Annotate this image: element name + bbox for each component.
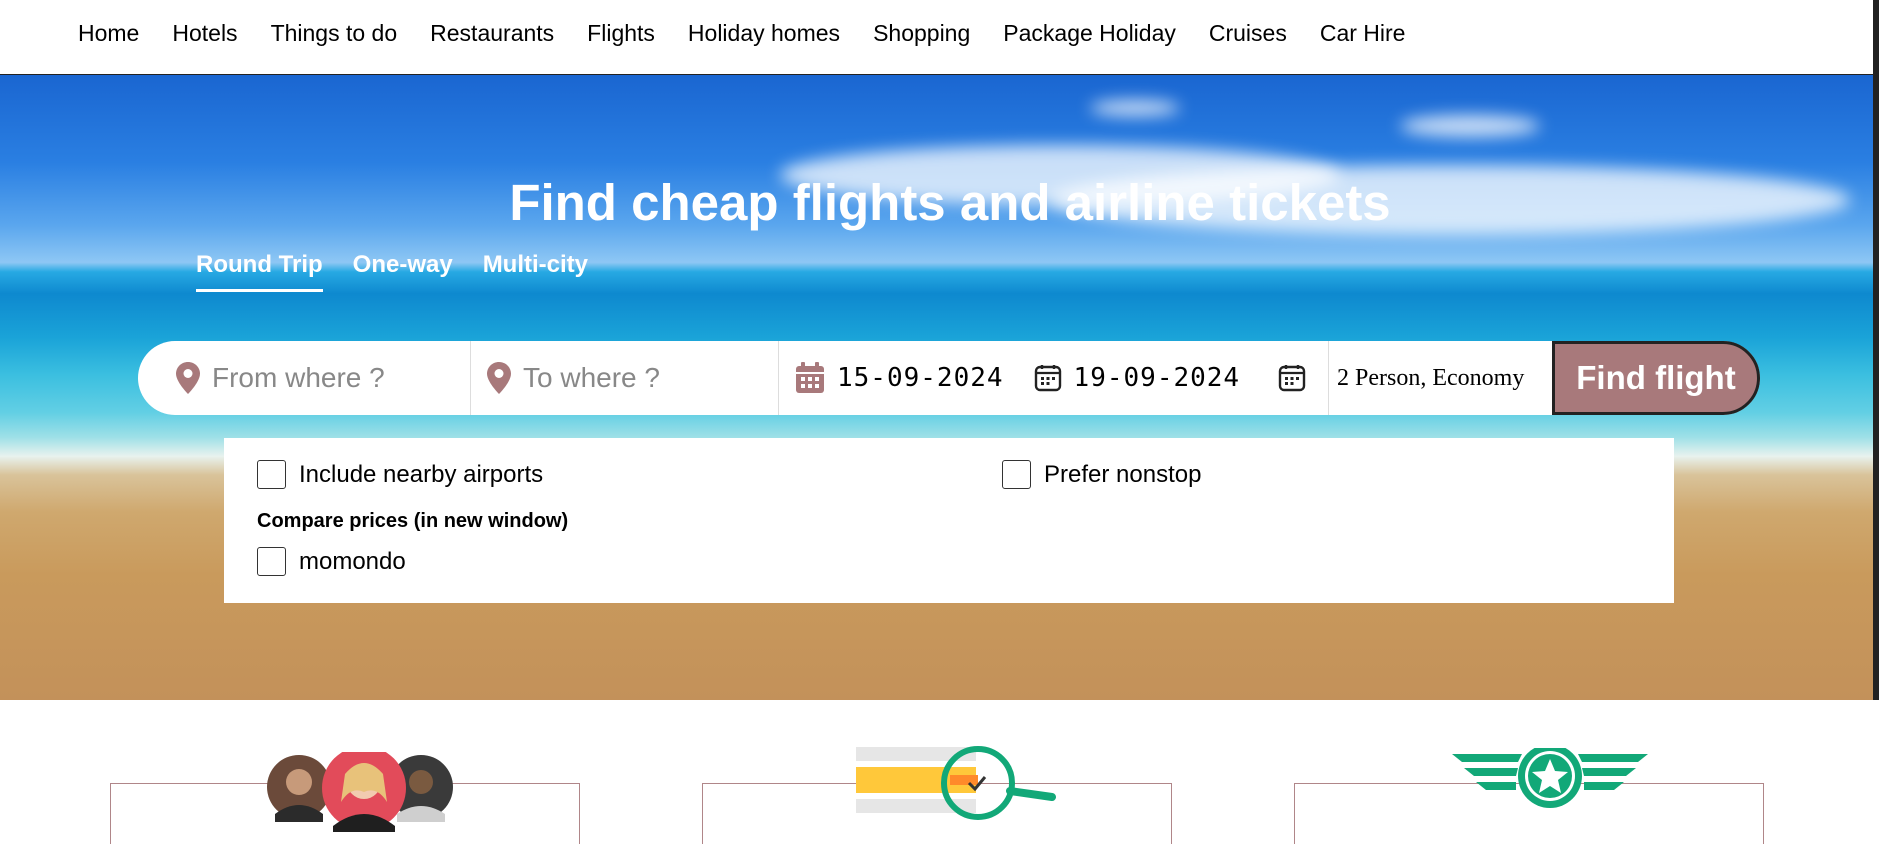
prefer-nonstop-checkbox[interactable] (1002, 460, 1031, 489)
nearby-airports-option[interactable]: Include nearby airports (257, 460, 543, 489)
nav-menu: Home Hotels Things to do Restaurants Fli… (78, 20, 1438, 47)
return-date-input[interactable]: 19-09-2024 (1074, 363, 1241, 393)
map-pin-icon (487, 362, 511, 394)
momondo-option[interactable]: momondo (257, 547, 406, 576)
hero-banner: Find cheap flights and airline tickets R… (0, 75, 1879, 700)
cloud (1090, 100, 1180, 116)
from-field (138, 341, 471, 415)
calendar-icon (795, 362, 825, 394)
flight-search-bar: 15-09-2024 19-09-2024 2 Person, Economy … (138, 341, 1760, 415)
nearby-airports-checkbox[interactable] (257, 460, 286, 489)
traveler-avatars (265, 746, 465, 844)
prefer-nonstop-label: Prefer nonstop (1044, 460, 1202, 488)
page-title: Find cheap flights and airline tickets (509, 174, 1391, 231)
nav-item-restaurants[interactable]: Restaurants (430, 20, 554, 47)
passenger-class-select[interactable]: 2 Person, Economy (1329, 341, 1553, 415)
tab-multi-city[interactable]: Multi-city (483, 251, 588, 292)
tab-one-way[interactable]: One-way (353, 251, 453, 292)
nav-item-home[interactable]: Home (78, 20, 139, 47)
date-fields: 15-09-2024 19-09-2024 (779, 341, 1329, 415)
momondo-label: momondo (299, 547, 406, 575)
calendar-icon[interactable] (1278, 364, 1306, 392)
momondo-checkbox[interactable] (257, 547, 286, 576)
search-options-panel: Include nearby airports Prefer nonstop C… (224, 438, 1674, 603)
nav-item-hotels[interactable]: Hotels (172, 20, 237, 47)
from-input[interactable] (212, 362, 462, 394)
nav-item-cruises[interactable]: Cruises (1209, 20, 1287, 47)
prefer-nonstop-option[interactable]: Prefer nonstop (1002, 460, 1201, 489)
find-flight-button[interactable]: Find flight (1552, 341, 1760, 415)
nav-item-flights[interactable]: Flights (587, 20, 655, 47)
scrollbar[interactable] (1873, 0, 1879, 75)
depart-date-input[interactable]: 15-09-2024 (837, 363, 1004, 393)
nav-item-holiday-homes[interactable]: Holiday homes (688, 20, 840, 47)
scrollbar-track[interactable] (1873, 75, 1879, 700)
to-input[interactable] (523, 362, 763, 394)
winged-star-badge-icon (1452, 744, 1648, 813)
map-pin-icon (176, 362, 200, 394)
calendar-icon[interactable] (1034, 364, 1062, 392)
compare-prices-heading: Compare prices (in new window) (257, 510, 569, 532)
nav-item-shopping[interactable]: Shopping (873, 20, 970, 47)
trip-type-tabs: Round Trip One-way Multi-city (196, 251, 588, 292)
nav-item-things-to-do[interactable]: Things to do (271, 20, 398, 47)
nav-item-car-hire[interactable]: Car Hire (1320, 20, 1406, 47)
nearby-airports-label: Include nearby airports (299, 460, 544, 488)
price-check-icon (856, 745, 1056, 830)
to-field (471, 341, 779, 415)
nav-item-package-holiday[interactable]: Package Holiday (1003, 20, 1176, 47)
tab-round-trip[interactable]: Round Trip (196, 251, 323, 292)
top-navigation: Home Hotels Things to do Restaurants Fli… (0, 0, 1879, 75)
cloud (1400, 115, 1540, 137)
